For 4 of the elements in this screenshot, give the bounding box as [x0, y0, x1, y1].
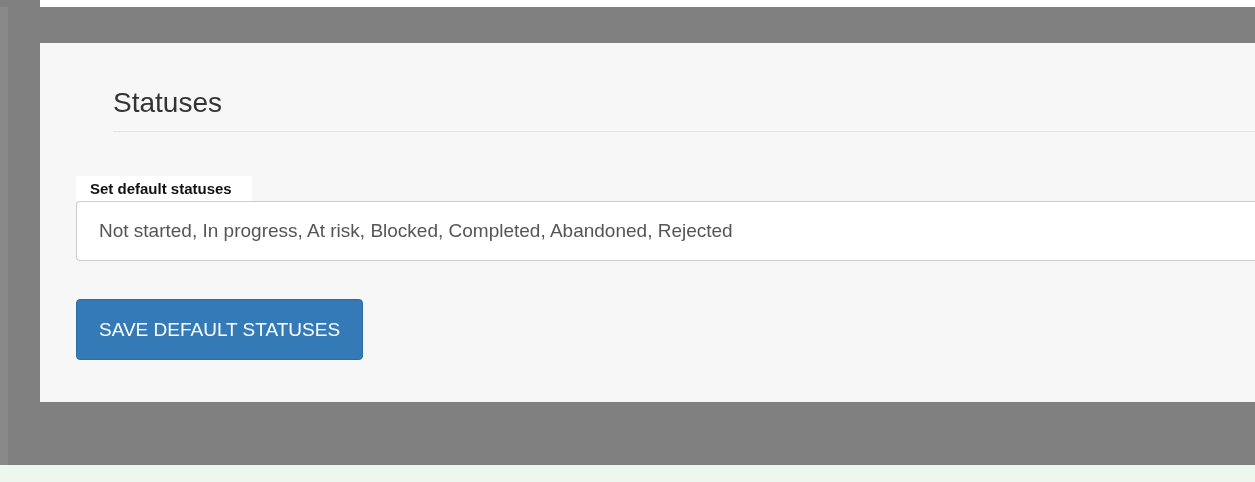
input-field[interactable]: Not started, In progress, At risk, Blocked, Completed, Abandoned, Rejected — [76, 201, 1255, 261]
section-title: Statuses — [113, 87, 1255, 132]
field-label: Set default statuses — [76, 176, 252, 201]
save-button[interactable]: SAVE DEFAULT STATUSES — [76, 299, 364, 360]
